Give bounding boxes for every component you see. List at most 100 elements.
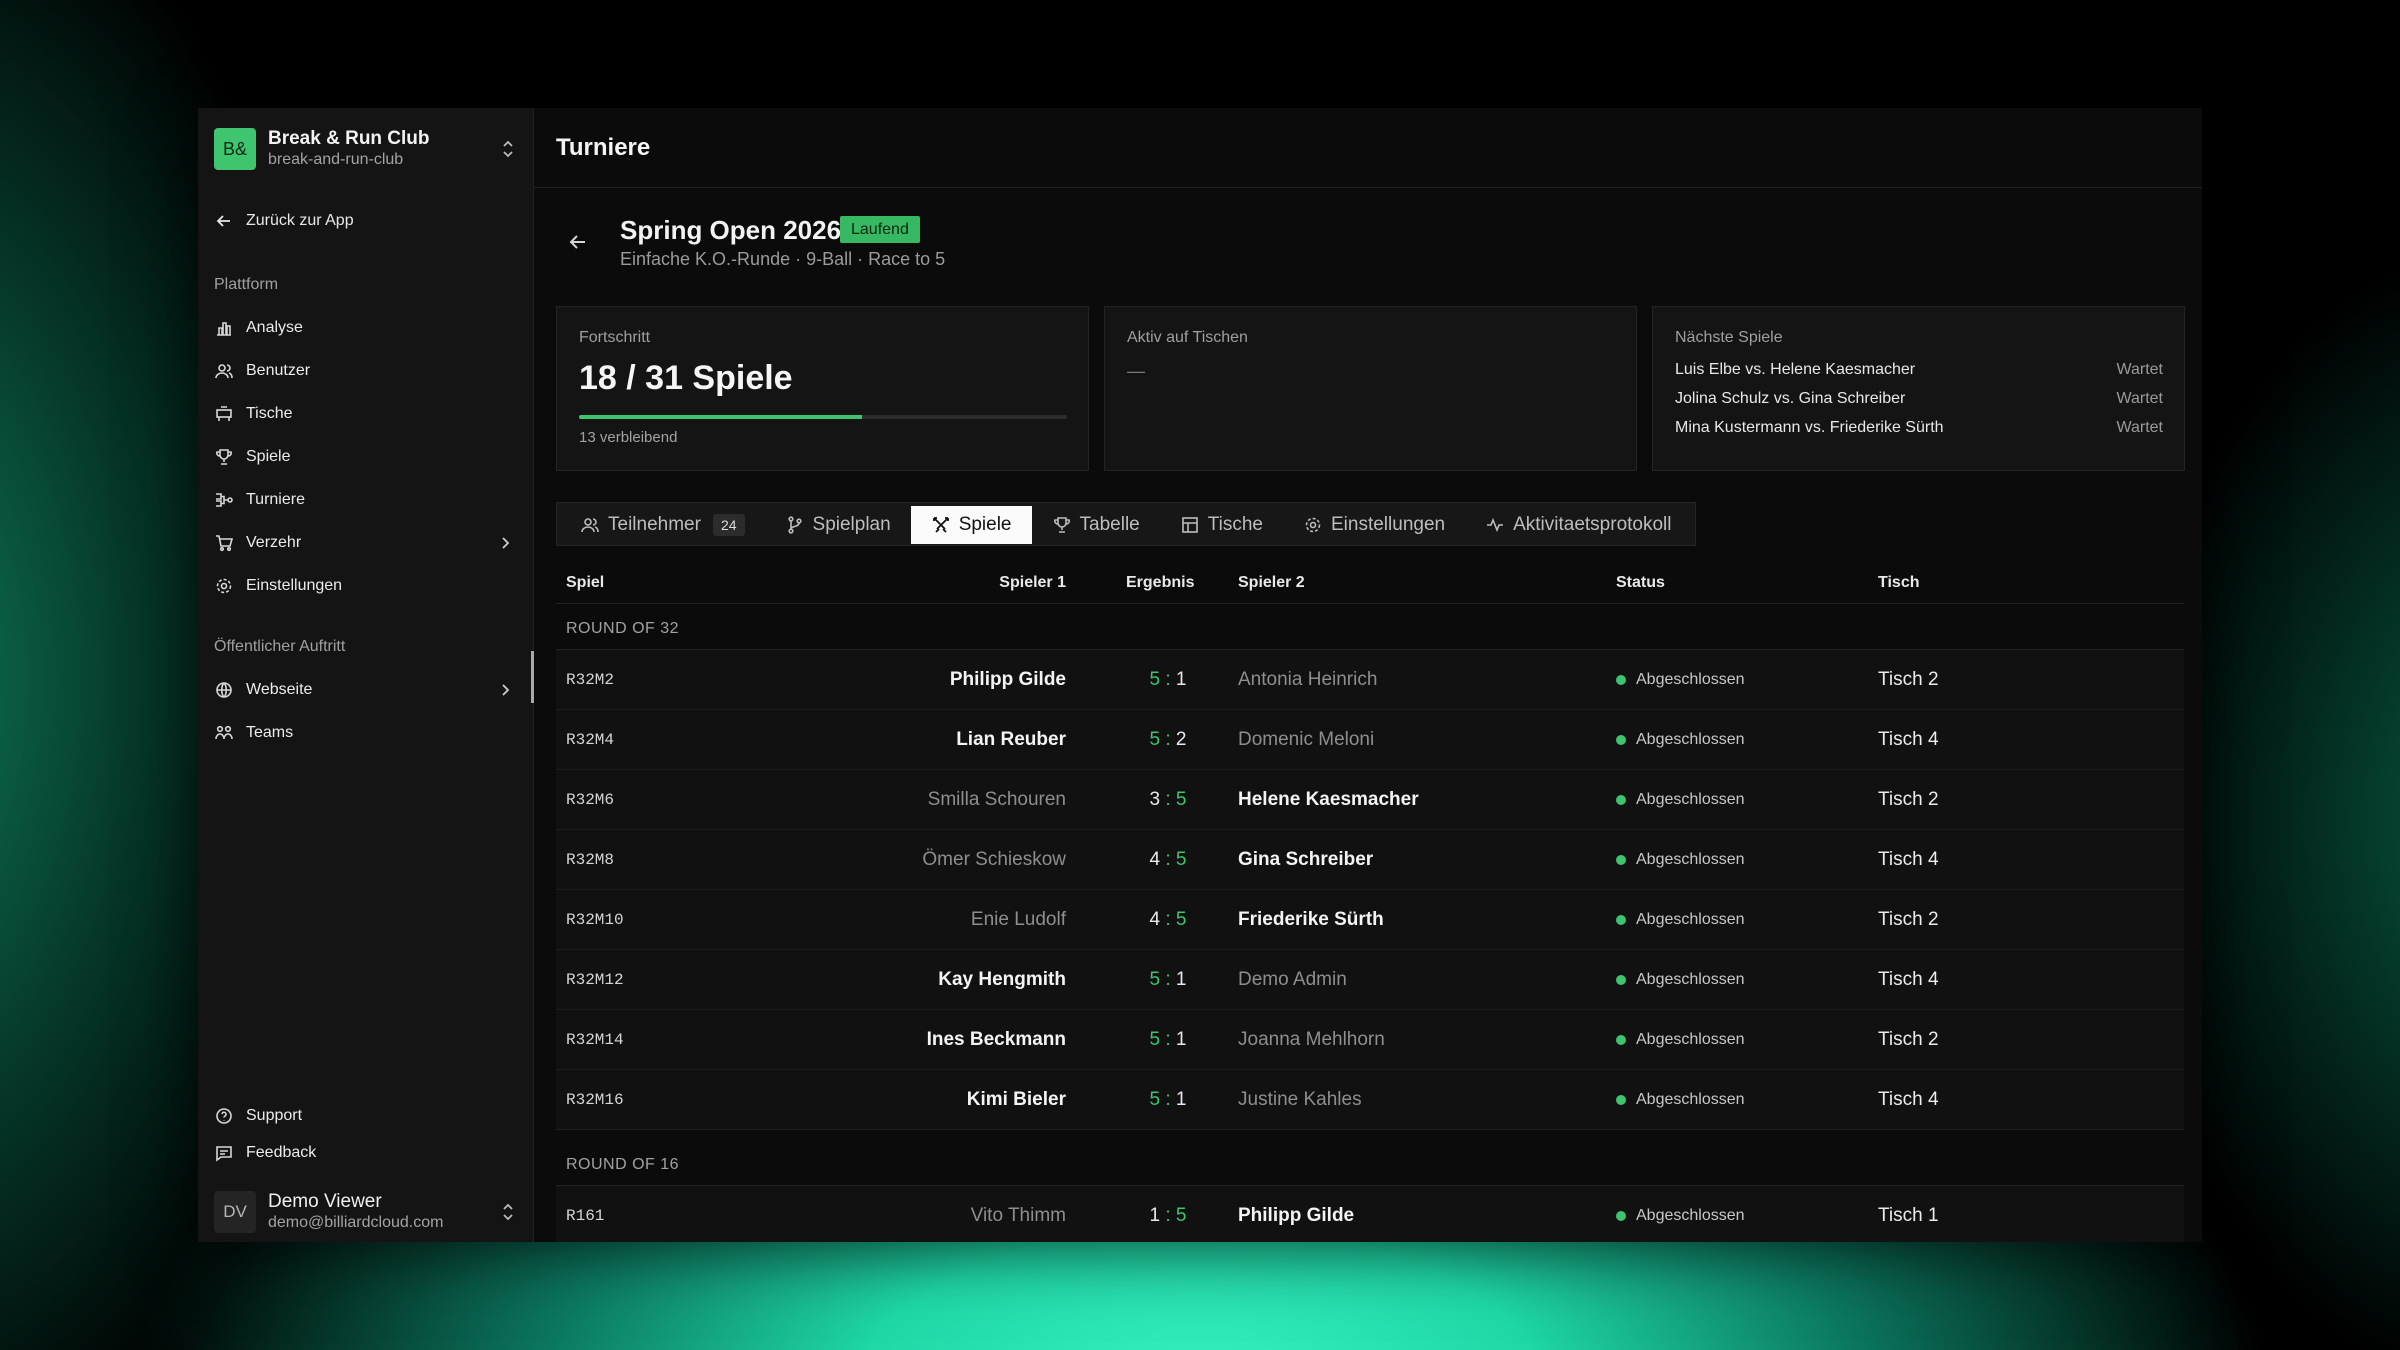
- match-score: 5 : 1: [1138, 1029, 1198, 1051]
- sidebar-item-label: Analyse: [246, 319, 303, 336]
- status-dot-icon: [1616, 795, 1626, 805]
- match-status: Abgeschlossen: [1616, 971, 1745, 989]
- tab-label: Spielplan: [812, 514, 891, 535]
- org-name: Break & Run Club: [268, 128, 430, 149]
- sidebar-item-support[interactable]: Support: [214, 1101, 514, 1131]
- player2-name: Demo Admin: [1238, 969, 1347, 990]
- match-code: R32M8: [566, 851, 615, 869]
- status-label: Abgeschlossen: [1636, 851, 1745, 868]
- match-code: R32M2: [566, 671, 615, 689]
- column-header-spieler1: Spieler 1: [999, 574, 1066, 591]
- pool-table-icon: [214, 404, 234, 424]
- match-code: R32M4: [566, 731, 615, 749]
- table-row[interactable]: R32M6 Smilla Schouren 3 : 5 Helene Kaesmach…: [556, 770, 2184, 830]
- bar-chart-icon: [214, 318, 234, 338]
- sidebar-item-webseite[interactable]: Webseite: [214, 675, 514, 705]
- score-player1: 5: [1149, 669, 1161, 690]
- tab-label: Tische: [1207, 514, 1263, 535]
- sidebar-item-tische[interactable]: Tische: [214, 399, 514, 429]
- git-branch-icon: [787, 516, 802, 534]
- main-content: Turniere Spring Open 2026 Laufend Einfac…: [534, 108, 2202, 1242]
- sidebar-item-feedback[interactable]: Feedback: [214, 1138, 514, 1168]
- next-match-item: Mina Kustermann vs. Friederike Sürth War…: [1675, 419, 2163, 437]
- player2-name: Domenic Meloni: [1238, 729, 1375, 750]
- match-status: Abgeschlossen: [1616, 1207, 1745, 1225]
- score-separator: :: [1160, 849, 1176, 870]
- globe-icon: [214, 680, 234, 700]
- status-label: Abgeschlossen: [1636, 1207, 1745, 1224]
- status-label: Abgeschlossen: [1636, 1091, 1745, 1108]
- back-arrow-icon[interactable]: [566, 230, 590, 254]
- tab-label: Spiele: [958, 514, 1012, 535]
- tab-aktivitaetsprotokoll[interactable]: Aktivitaetsprotokoll: [1465, 506, 1691, 544]
- org-logo: B&: [214, 128, 256, 170]
- status-dot-icon: [1616, 1211, 1626, 1221]
- card-label: Nächste Spiele: [1675, 329, 1783, 346]
- section-label-platform: Plattform: [214, 276, 279, 293]
- sidebar-item-label: Teams: [246, 724, 294, 741]
- column-header-status: Status: [1616, 574, 1665, 591]
- status-dot-icon: [1616, 1095, 1626, 1105]
- tab-spielplan[interactable]: Spielplan: [765, 506, 911, 544]
- users-icon: [214, 361, 234, 381]
- sidebar-item-teams[interactable]: Teams: [214, 718, 514, 748]
- status-dot-icon: [1616, 975, 1626, 985]
- chevron-right-icon: [502, 537, 510, 549]
- column-header-spieler2: Spieler 2: [1238, 574, 1305, 591]
- status-dot-icon: [1616, 735, 1626, 745]
- match-status: Abgeschlossen: [1616, 671, 1745, 689]
- status-label: Abgeschlossen: [1636, 911, 1745, 928]
- score-separator: :: [1160, 969, 1176, 990]
- score-player1: 1: [1149, 1205, 1161, 1226]
- participant-count-badge: 24: [712, 514, 745, 536]
- progress-bar-fill: [579, 415, 863, 419]
- player1-name: Lian Reuber: [956, 729, 1066, 750]
- player1-name: Philipp Gilde: [949, 669, 1066, 690]
- table-name: Tisch 2: [1878, 789, 1939, 810]
- user-menu[interactable]: DV Demo Viewer demo@billiardcloud.com: [214, 1188, 518, 1236]
- active-tables-value: —: [1127, 361, 1145, 381]
- swords-icon: [932, 517, 949, 533]
- sidebar-item-label: Benutzer: [246, 362, 311, 379]
- score-player2: 5: [1175, 849, 1187, 870]
- sidebar-item-benutzer[interactable]: Benutzer: [214, 356, 514, 386]
- cart-icon: [214, 533, 234, 553]
- sidebar-item-spiele[interactable]: Spiele: [214, 442, 514, 472]
- trophy-icon: [214, 447, 234, 467]
- remaining-count: 13 verbleibend: [579, 429, 678, 446]
- section-label-public: Öffentlicher Auftritt: [214, 638, 346, 655]
- match-code: R161: [566, 1207, 605, 1225]
- sidebar-item-analyse[interactable]: Analyse: [214, 313, 514, 343]
- table-row[interactable]: R161 Vito Thimm 1 : 5 Philipp Gilde Abgeschl…: [556, 1186, 2184, 1242]
- sidebar-item-einstellungen[interactable]: Einstellungen: [214, 571, 514, 601]
- chevrons-up-down-icon: [503, 1203, 513, 1221]
- progress-bar: [579, 415, 1067, 419]
- tab-spiele[interactable]: Spiele: [910, 506, 1032, 544]
- player1-name: Kimi Bieler: [966, 1089, 1066, 1110]
- sidebar-item-turniere[interactable]: Turniere: [214, 485, 514, 515]
- tab-einstellungen[interactable]: Einstellungen: [1283, 506, 1465, 544]
- table-row[interactable]: R32M12 Kay Hengmith 5 : 1 Demo Admin Abgesch…: [556, 950, 2184, 1010]
- table-row[interactable]: R32M4 Lian Reuber 5 : 2 Domenic Meloni Abges…: [556, 710, 2184, 770]
- table-row[interactable]: R32M8 Ömer Schieskow 4 : 5 Gina Schreiber Ab…: [556, 830, 2184, 890]
- tab-tische[interactable]: Tische: [1160, 506, 1283, 544]
- match-status: Abgeschlossen: [1616, 731, 1745, 749]
- org-switcher[interactable]: B& Break & Run Club break-and-run-club: [214, 125, 518, 173]
- tab-tabelle[interactable]: Tabelle: [1032, 506, 1160, 544]
- table-name: Tisch 1: [1878, 1205, 1939, 1226]
- tab-teilnehmer[interactable]: Teilnehmer 24: [560, 506, 765, 544]
- status-badge: Laufend: [840, 216, 920, 243]
- next-match-state: Wartet: [2116, 361, 2163, 378]
- sidebar-item-label: Webseite: [246, 681, 313, 698]
- tab-label: Teilnehmer: [608, 514, 701, 535]
- sidebar-item-verzehr[interactable]: Verzehr: [214, 528, 514, 558]
- table-row[interactable]: R32M16 Kimi Bieler 5 : 1 Justine Kahles Abge…: [556, 1070, 2184, 1130]
- table-row[interactable]: R32M10 Enie Ludolf 4 : 5 Friederike Sürth Ab…: [556, 890, 2184, 950]
- round-group-header: ROUND OF 32: [556, 604, 2184, 650]
- next-match-state: Wartet: [2116, 419, 2163, 436]
- table-row[interactable]: R32M14 Ines Beckmann 5 : 1 Joanna Mehlhorn A…: [556, 1010, 2184, 1070]
- score-player2: 2: [1175, 729, 1187, 750]
- table-row[interactable]: R32M2 Philipp Gilde 5 : 1 Antonia Heinrich A…: [556, 650, 2184, 710]
- table-grid-icon: [1181, 517, 1198, 533]
- back-to-app-link[interactable]: Zurück zur App: [214, 208, 354, 234]
